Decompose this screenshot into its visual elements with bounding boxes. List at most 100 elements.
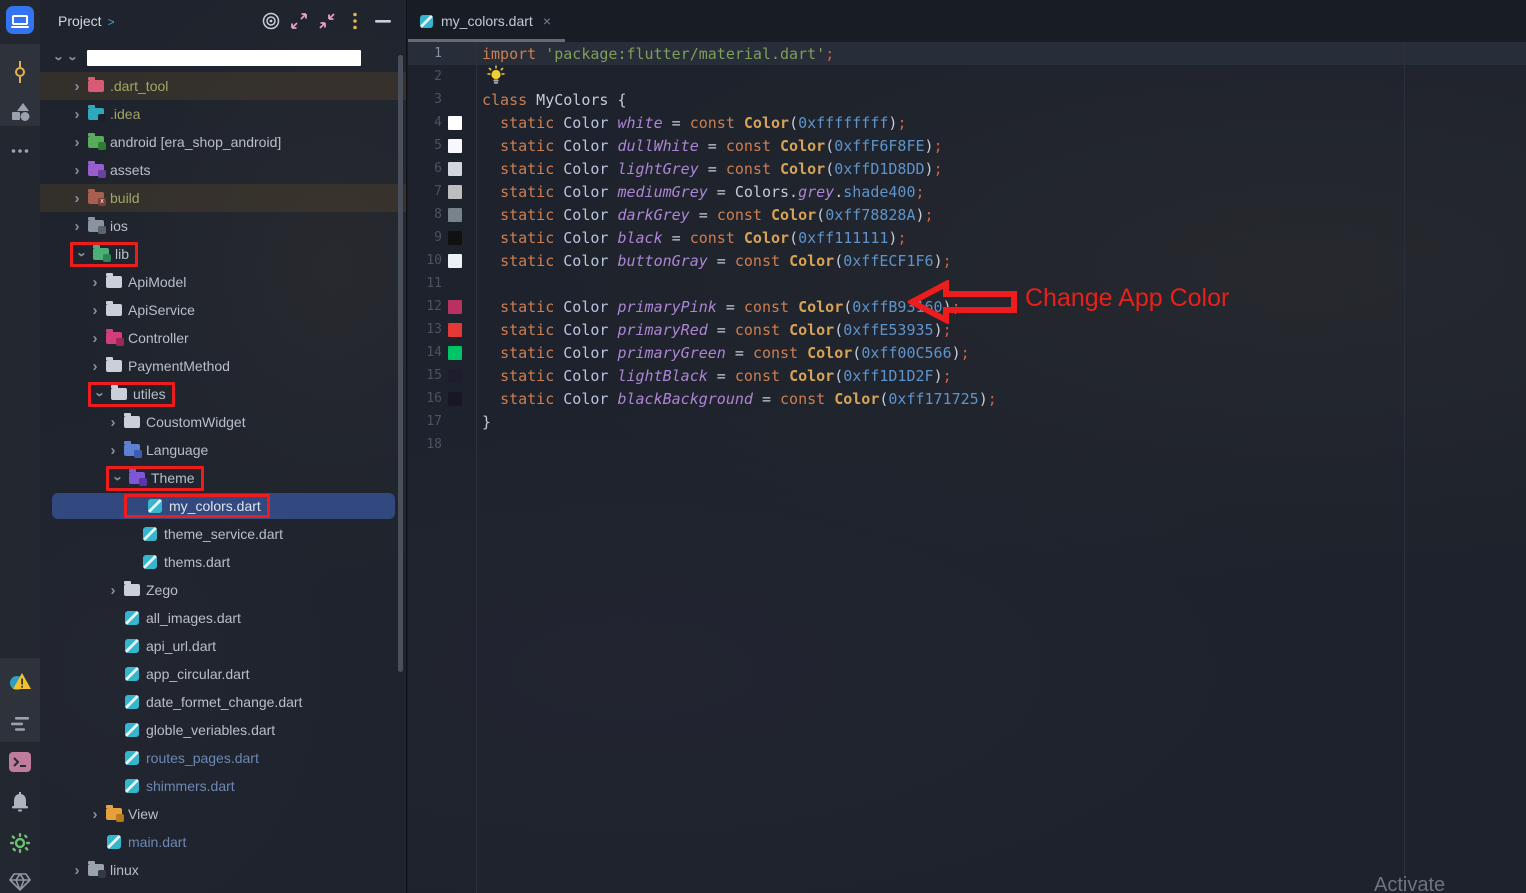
tree-item-ios[interactable]: ›ios xyxy=(40,212,406,240)
code-line-17[interactable]: 17} xyxy=(408,410,1526,433)
code-line-5[interactable]: 5 static Color dullWhite = const Color(0… xyxy=(408,134,1526,157)
chevron-right-icon[interactable]: › xyxy=(88,330,102,347)
tree-item-all-images-dart[interactable]: all_images.dart xyxy=(40,604,406,632)
chevron-right-icon[interactable]: › xyxy=(70,106,84,123)
code-line-11[interactable]: 11 xyxy=(408,272,1526,295)
tree-item-main-dart[interactable]: main.dart xyxy=(40,828,406,856)
code-line-9[interactable]: 9 static Color black = const Color(0xff1… xyxy=(408,226,1526,249)
color-swatch[interactable] xyxy=(448,116,462,130)
chevron-right-icon[interactable]: › xyxy=(70,862,84,879)
code-line-7[interactable]: 7 static Color mediumGrey = Colors.grey.… xyxy=(408,180,1526,203)
code-line-15[interactable]: 15 static Color lightBlack = const Color… xyxy=(408,364,1526,387)
chevron-right-icon[interactable]: › xyxy=(106,442,120,459)
chevron-right-icon[interactable]: › xyxy=(70,190,84,207)
tree-root-item[interactable]: ›› xyxy=(40,44,406,72)
chevron-right-icon[interactable]: › xyxy=(70,218,84,235)
color-swatch[interactable] xyxy=(448,231,462,245)
tree-item-paymentmethod[interactable]: ›PaymentMethod xyxy=(40,352,406,380)
tree-item-coustomwidget[interactable]: ›CoustomWidget xyxy=(40,408,406,436)
tree-item-theme-service-dart[interactable]: theme_service.dart xyxy=(40,520,406,548)
tree-item-android-era-shop-android-[interactable]: ›android [era_shop_android] xyxy=(40,128,406,156)
chevron-down-icon[interactable]: › xyxy=(110,471,127,485)
chevron-right-icon[interactable]: › xyxy=(106,582,120,599)
tree-item-thems-dart[interactable]: thems.dart xyxy=(40,548,406,576)
code-line-14[interactable]: 14 static Color primaryGreen = const Col… xyxy=(408,341,1526,364)
commit-icon[interactable] xyxy=(0,52,40,92)
more-vertical-icon[interactable] xyxy=(346,12,364,30)
chevron-down-icon[interactable]: › xyxy=(92,387,109,401)
tree-item-my-colors-dart[interactable]: my_colors.dart xyxy=(40,492,406,520)
tree-item-zego[interactable]: ›Zego xyxy=(40,576,406,604)
code-line-12[interactable]: 12 static Color primaryPink = const Colo… xyxy=(408,295,1526,318)
chevron-right-icon[interactable]: › xyxy=(70,78,84,95)
todo-icon[interactable] xyxy=(0,704,40,744)
tree-item-theme[interactable]: ›Theme xyxy=(40,464,406,492)
project-panel-title[interactable]: Project xyxy=(58,13,102,29)
color-swatch[interactable] xyxy=(448,162,462,176)
code-line-3[interactable]: 3class MyColors { xyxy=(408,88,1526,111)
chevron-right-icon[interactable]: › xyxy=(106,414,120,431)
chevron-right-icon[interactable]: › xyxy=(70,162,84,179)
code-line-6[interactable]: 6 static Color lightGrey = const Color(0… xyxy=(408,157,1526,180)
tree-item-date-formet-change-dart[interactable]: date_formet_change.dart xyxy=(40,688,406,716)
tree-item-lib[interactable]: ›lib xyxy=(40,240,406,268)
color-swatch[interactable] xyxy=(448,208,462,222)
tree-item-view[interactable]: ›View xyxy=(40,800,406,828)
diamond-icon[interactable] xyxy=(0,862,40,893)
color-swatch[interactable] xyxy=(448,300,462,314)
chevron-right-icon[interactable]: › xyxy=(88,302,102,319)
code-area[interactable]: 1import 'package:flutter/material.dart';… xyxy=(408,42,1526,893)
settings-icon[interactable] xyxy=(0,823,40,863)
color-swatch[interactable] xyxy=(448,185,462,199)
tree-item-apiservice[interactable]: ›ApiService xyxy=(40,296,406,324)
tree-item-language[interactable]: ›Language xyxy=(40,436,406,464)
tree-item-assets[interactable]: ›assets xyxy=(40,156,406,184)
intention-bulb-icon[interactable] xyxy=(486,65,506,85)
tree-item-linux[interactable]: ›linux xyxy=(40,856,406,884)
tree-item-app-circular-dart[interactable]: app_circular.dart xyxy=(40,660,406,688)
tree-item-build[interactable]: ›xbuild xyxy=(40,184,406,212)
dart-analysis-icon[interactable] xyxy=(0,662,40,702)
color-swatch[interactable] xyxy=(448,346,462,360)
notifications-icon[interactable] xyxy=(0,782,40,822)
collapse-all-icon[interactable] xyxy=(318,12,336,30)
project-tool-window-button[interactable] xyxy=(6,6,34,34)
code-line-4[interactable]: 4 static Color white = const Color(0xfff… xyxy=(408,111,1526,134)
chevron-right-icon[interactable]: › xyxy=(88,806,102,823)
color-swatch[interactable] xyxy=(448,369,462,383)
terminal-icon[interactable] xyxy=(0,742,40,782)
expand-all-icon[interactable] xyxy=(290,12,308,30)
chevron-down-icon[interactable]: › xyxy=(65,51,82,65)
code-line-16[interactable]: 16 static Color blackBackground = const … xyxy=(408,387,1526,410)
code-line-2[interactable]: 2 xyxy=(408,65,1526,88)
tree-item-utiles[interactable]: ›utiles xyxy=(40,380,406,408)
chevron-right-icon[interactable]: › xyxy=(88,274,102,291)
color-swatch[interactable] xyxy=(448,392,462,406)
code-line-13[interactable]: 13 static Color primaryRed = const Color… xyxy=(408,318,1526,341)
color-swatch[interactable] xyxy=(448,254,462,268)
tree-item--dart-tool[interactable]: ›.dart_tool xyxy=(40,72,406,100)
chevron-down-icon[interactable]: › xyxy=(74,247,91,261)
tree-item-apimodel[interactable]: ›ApiModel xyxy=(40,268,406,296)
code-line-10[interactable]: 10 static Color buttonGray = const Color… xyxy=(408,249,1526,272)
code-line-18[interactable]: 18 xyxy=(408,433,1526,456)
tree-item-routes-pages-dart[interactable]: routes_pages.dart xyxy=(40,744,406,772)
color-swatch[interactable] xyxy=(448,323,462,337)
tree-item-api-url-dart[interactable]: api_url.dart xyxy=(40,632,406,660)
tree-item-shimmers-dart[interactable]: shimmers.dart xyxy=(40,772,406,800)
hide-icon[interactable] xyxy=(374,12,392,30)
locate-icon[interactable] xyxy=(262,12,280,30)
tab-close-icon[interactable]: × xyxy=(543,13,551,29)
tree-item-globle-veriables-dart[interactable]: globle_veriables.dart xyxy=(40,716,406,744)
chevron-down-icon[interactable]: ˃ xyxy=(108,15,115,29)
color-swatch[interactable] xyxy=(448,139,462,153)
code-line-8[interactable]: 8 static Color darkGrey = const Color(0x… xyxy=(408,203,1526,226)
tree-item--idea[interactable]: ›.idea xyxy=(40,100,406,128)
structure-icon[interactable] xyxy=(0,92,40,132)
tree-scrollbar[interactable] xyxy=(398,55,403,672)
chevron-right-icon[interactable]: › xyxy=(70,134,84,151)
tab-my-colors-dart[interactable]: my_colors.dart × xyxy=(408,0,565,42)
more-icon[interactable] xyxy=(0,131,40,171)
code-line-1[interactable]: 1import 'package:flutter/material.dart'; xyxy=(408,42,1526,65)
tree-item-controller[interactable]: ›Controller xyxy=(40,324,406,352)
